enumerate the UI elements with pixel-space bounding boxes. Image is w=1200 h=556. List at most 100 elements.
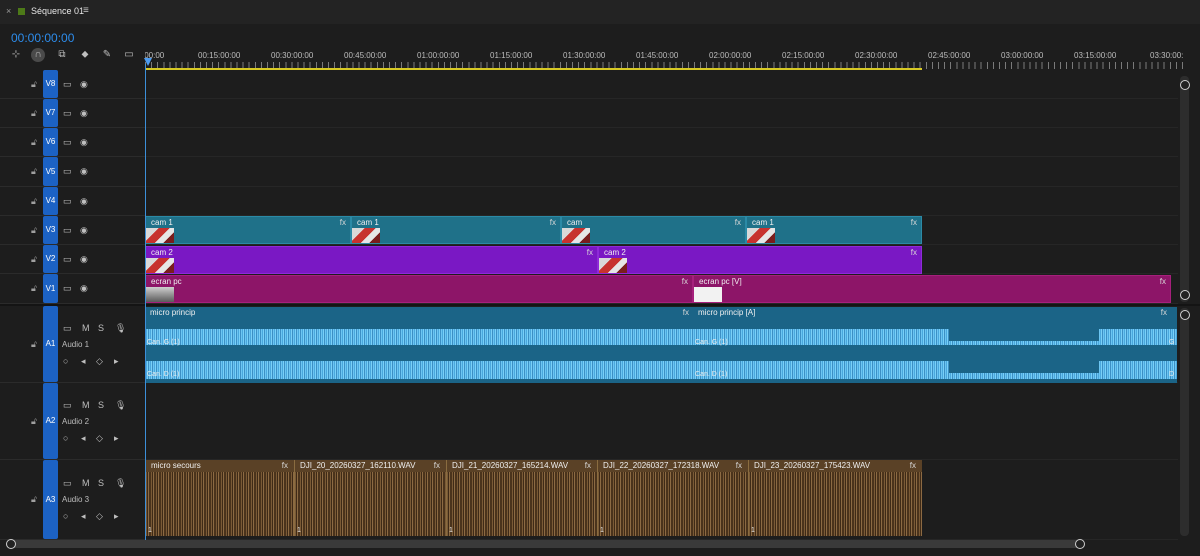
add-keyframe-icon[interactable]: ◇ xyxy=(96,356,103,367)
clip-v2-2[interactable]: cam 2 fx xyxy=(598,246,922,274)
solo-button[interactable]: S xyxy=(98,400,104,410)
keyframe-options-icon[interactable]: ○ xyxy=(63,433,68,443)
scroll-knob-left[interactable] xyxy=(6,539,16,549)
film-icon[interactable]: ▭ xyxy=(63,478,72,489)
scroll-knob-bottom[interactable] xyxy=(1180,290,1190,300)
eye-icon[interactable]: ◉ xyxy=(80,254,88,265)
clip-a3-5[interactable]: DJI_23_20260327_175423.WAV fx 1 xyxy=(748,460,922,536)
playhead-timecode[interactable]: 00:00:00:00 xyxy=(11,31,74,45)
lock-icon[interactable]: 🔓︎ xyxy=(31,196,37,207)
close-tab-icon[interactable]: × xyxy=(6,6,11,16)
lock-icon[interactable]: 🔓︎ xyxy=(31,137,37,148)
video-lane-v5[interactable] xyxy=(145,157,1178,187)
audio-track-name[interactable]: Audio 2 xyxy=(62,417,89,426)
microphone-icon[interactable]: 🎙︎ xyxy=(115,323,126,334)
lock-icon[interactable]: 🔓︎ xyxy=(31,225,37,236)
video-lane-v4[interactable] xyxy=(145,187,1178,216)
clip-v2-1[interactable]: cam 2 fx xyxy=(145,246,598,274)
track-target-v6[interactable]: V6 xyxy=(43,128,58,156)
film-icon[interactable]: ▭ xyxy=(63,254,72,265)
clip-v3-3[interactable]: cam fx xyxy=(561,216,746,244)
track-target-v4[interactable]: V4 xyxy=(43,187,58,215)
mute-button[interactable]: M xyxy=(82,400,90,410)
lock-icon[interactable]: 🔓︎ xyxy=(31,166,37,177)
sequence-tab-title[interactable]: Séquence 01 xyxy=(31,6,84,16)
add-keyframe-icon[interactable]: ◇ xyxy=(96,433,103,444)
clip-a3-4[interactable]: DJI_22_20260327_172318.WAV fx 1 xyxy=(597,460,748,536)
previous-keyframe-icon[interactable]: ◂ xyxy=(81,511,86,522)
track-target-v8[interactable]: V8 xyxy=(43,70,58,98)
time-ruler[interactable]: :00:0000:15:00:0000:30:00:0000:45:00:000… xyxy=(145,44,1185,70)
track-target-a3[interactable]: A3 xyxy=(43,460,58,539)
captions-icon[interactable]: ▭ xyxy=(122,48,136,62)
clip-v3-1[interactable]: cam 1 fx xyxy=(145,216,351,244)
track-target-a1[interactable]: A1 xyxy=(43,306,58,382)
video-lane-v6[interactable] xyxy=(145,128,1178,157)
microphone-icon[interactable]: 🎙︎ xyxy=(115,400,126,411)
horizontal-scrollbar[interactable] xyxy=(6,539,1085,549)
lock-icon[interactable]: 🔓︎ xyxy=(31,494,37,505)
track-target-a2[interactable]: A2 xyxy=(43,383,58,459)
scroll-knob-top[interactable] xyxy=(1180,310,1190,320)
scroll-knob-right[interactable] xyxy=(1075,539,1085,549)
film-icon[interactable]: ▭ xyxy=(63,225,72,236)
clip-v3-2[interactable]: cam 1 fx xyxy=(351,216,561,244)
film-icon[interactable]: ▭ xyxy=(63,323,72,334)
eye-icon[interactable]: ◉ xyxy=(80,166,88,177)
next-keyframe-icon[interactable]: ▸ xyxy=(114,356,119,367)
eye-icon[interactable]: ◉ xyxy=(80,283,88,294)
film-icon[interactable]: ▭ xyxy=(63,196,72,207)
lock-icon[interactable]: 🔓︎ xyxy=(31,108,37,119)
eye-icon[interactable]: ◉ xyxy=(80,196,88,207)
video-vertical-scrollbar[interactable] xyxy=(1180,76,1190,302)
eye-icon[interactable]: ◉ xyxy=(80,79,88,90)
mute-button[interactable]: M xyxy=(82,478,90,488)
tab-menu-icon[interactable]: ≡ xyxy=(83,5,89,16)
magnet-icon[interactable]: ∩ xyxy=(31,48,45,62)
film-icon[interactable]: ▭ xyxy=(63,137,72,148)
eye-icon[interactable]: ◉ xyxy=(80,225,88,236)
track-target-v1[interactable]: V1 xyxy=(43,274,58,303)
keyframe-options-icon[interactable]: ○ xyxy=(63,511,68,521)
previous-keyframe-icon[interactable]: ◂ xyxy=(81,433,86,444)
clip-v3-4[interactable]: cam 1 fx xyxy=(746,216,922,244)
clip-v1-2[interactable]: ecran pc [V] fx xyxy=(693,275,1171,303)
playhead-handle[interactable] xyxy=(144,58,152,66)
clip-v1-1[interactable]: ecran pc fx xyxy=(145,275,693,303)
track-target-v2[interactable]: V2 xyxy=(43,245,58,273)
linked-selection-icon[interactable]: ⧉ xyxy=(55,48,69,62)
playhead-line[interactable] xyxy=(145,64,146,542)
eye-icon[interactable]: ◉ xyxy=(80,108,88,119)
film-icon[interactable]: ▭ xyxy=(63,108,72,119)
next-keyframe-icon[interactable]: ▸ xyxy=(114,433,119,444)
insert-snap-icon[interactable]: ⊹ xyxy=(9,48,23,62)
marker-icon[interactable]: ⬥ xyxy=(78,48,92,62)
clip-a3-3[interactable]: DJI_21_20260327_165214.WAV fx 1 xyxy=(446,460,597,536)
lock-icon[interactable]: 🔓︎ xyxy=(31,283,37,294)
clip-a1-1[interactable]: micro princip fx Can. G (1) Can. D (1) xyxy=(145,307,693,383)
microphone-icon[interactable]: 🎙︎ xyxy=(115,478,126,489)
clip-a1-2[interactable]: micro princip [A] fx Can. G (1) Can. D (… xyxy=(693,307,1177,383)
add-keyframe-icon[interactable]: ◇ xyxy=(96,511,103,522)
solo-button[interactable]: S xyxy=(98,323,104,333)
scroll-knob-top[interactable] xyxy=(1180,80,1190,90)
lock-icon[interactable]: 🔓︎ xyxy=(31,339,37,350)
film-icon[interactable]: ▭ xyxy=(63,79,72,90)
keyframe-options-icon[interactable]: ○ xyxy=(63,356,68,366)
film-icon[interactable]: ▭ xyxy=(63,166,72,177)
video-lane-v8[interactable] xyxy=(145,70,1178,99)
previous-keyframe-icon[interactable]: ◂ xyxy=(81,356,86,367)
solo-button[interactable]: S xyxy=(98,478,104,488)
video-lane-v7[interactable] xyxy=(145,99,1178,128)
eye-icon[interactable]: ◉ xyxy=(80,137,88,148)
audio-track-name[interactable]: Audio 3 xyxy=(62,495,89,504)
clip-a3-2[interactable]: DJI_20_20260327_162110.WAV fx 1 xyxy=(294,460,446,536)
clip-a3-1[interactable]: micro secours fx 1 xyxy=(145,460,294,536)
lock-icon[interactable]: 🔓︎ xyxy=(31,416,37,427)
audio-track-name[interactable]: Audio 1 xyxy=(62,340,89,349)
track-target-v7[interactable]: V7 xyxy=(43,99,58,127)
audio-lane-a2[interactable] xyxy=(145,383,1178,460)
next-keyframe-icon[interactable]: ▸ xyxy=(114,511,119,522)
film-icon[interactable]: ▭ xyxy=(63,400,72,411)
lock-icon[interactable]: 🔓︎ xyxy=(31,254,37,265)
